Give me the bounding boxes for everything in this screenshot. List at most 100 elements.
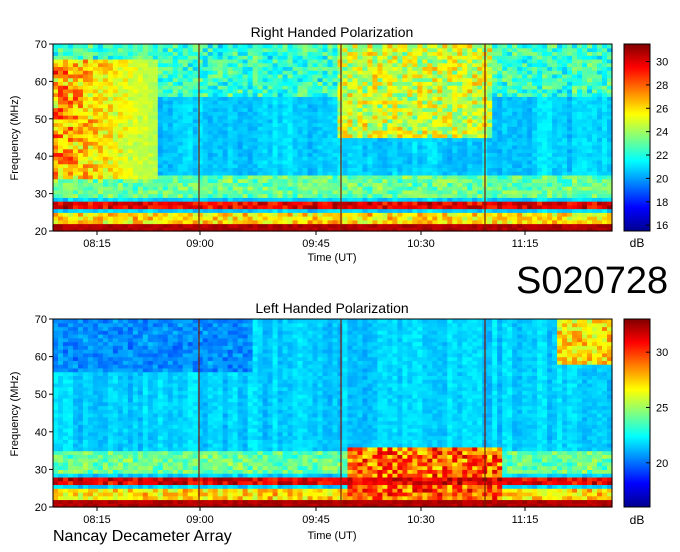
heatmap-cell	[547, 62, 553, 68]
heatmap-cell	[222, 171, 229, 176]
heatmap-cell	[257, 141, 264, 146]
heatmap-cell	[272, 219, 279, 225]
heatmap-cell	[277, 193, 284, 198]
heatmap-cell	[252, 219, 259, 225]
heatmap-cell	[432, 163, 438, 169]
heatmap-cell	[382, 118, 388, 124]
heatmap-cell	[382, 163, 388, 169]
heatmap-cell	[242, 115, 249, 120]
heatmap-cell	[497, 186, 503, 191]
heatmap-cell	[392, 92, 398, 97]
heatmap-cell	[92, 208, 99, 213]
heatmap-cell	[507, 58, 513, 64]
heatmap-cell	[72, 81, 79, 86]
heatmap-cell	[402, 107, 408, 112]
heatmap-cell	[477, 197, 483, 202]
heatmap-cell	[322, 148, 329, 154]
heatmap-cell	[157, 208, 164, 213]
heatmap-cell	[187, 100, 194, 105]
heatmap-cell	[307, 148, 314, 154]
heatmap-cell	[227, 201, 234, 206]
heatmap-cell	[182, 223, 189, 228]
heatmap-cell	[392, 144, 398, 150]
heatmap-cell	[272, 73, 279, 79]
heatmap-cell	[412, 216, 418, 221]
heatmap-cell	[542, 201, 548, 206]
heatmap-cell	[362, 163, 369, 169]
heatmap-cell	[53, 44, 59, 49]
heatmap-cell	[247, 201, 254, 206]
heatmap-cell	[157, 159, 164, 165]
heatmap-cell	[157, 70, 164, 75]
heatmap-cell	[362, 189, 369, 195]
heatmap-cell	[282, 73, 289, 79]
heatmap-cell	[527, 159, 533, 165]
heatmap-cell	[487, 51, 493, 56]
heatmap-cell	[272, 216, 279, 221]
heatmap-cell	[227, 204, 234, 210]
heatmap-cell	[392, 44, 398, 49]
heatmap-cell	[57, 122, 64, 127]
heatmap-cell	[142, 208, 149, 213]
heatmap-cell	[262, 167, 269, 172]
heatmap-cell	[302, 107, 309, 112]
heatmap-cell	[142, 51, 149, 56]
heatmap-cell	[397, 107, 403, 112]
heatmap-cell	[127, 88, 134, 94]
heatmap-cell	[207, 197, 214, 202]
heatmap-cell	[237, 216, 244, 221]
heatmap-cell	[312, 66, 319, 71]
heatmap-cell	[407, 92, 413, 97]
heatmap-cell	[472, 141, 478, 146]
heatmap-cell	[342, 171, 349, 176]
heatmap-cell	[167, 92, 174, 97]
heatmap-cell	[492, 178, 498, 183]
heatmap-cell	[477, 100, 483, 105]
heatmap-cell	[342, 208, 349, 213]
heatmap-cell	[232, 118, 239, 124]
heatmap-cell	[392, 204, 398, 210]
heatmap-cell	[182, 58, 189, 64]
heatmap-cell	[122, 204, 129, 210]
heatmap-cell	[492, 182, 498, 187]
heatmap-cell	[367, 111, 374, 116]
heatmap-cell	[97, 133, 104, 139]
heatmap-cell	[172, 88, 179, 94]
heatmap-cell	[317, 208, 324, 213]
heatmap-cell	[162, 141, 169, 146]
heatmap-cell	[167, 118, 174, 124]
heatmap-cell	[267, 81, 274, 86]
heatmap-cell	[152, 144, 159, 150]
heatmap-cell	[517, 111, 523, 116]
heatmap-cell	[212, 137, 219, 142]
heatmap-cell	[167, 107, 174, 112]
heatmap-cell	[282, 193, 289, 198]
heatmap-cell	[427, 152, 433, 157]
heatmap-cell	[72, 51, 79, 56]
heatmap-cell	[87, 174, 94, 180]
heatmap-cell	[232, 178, 239, 183]
heatmap-cell	[332, 118, 339, 124]
heatmap-cell	[487, 81, 493, 86]
heatmap-cell	[182, 51, 189, 56]
heatmap-cell	[177, 174, 184, 180]
heatmap-cell	[327, 163, 334, 169]
heatmap-cell	[422, 182, 428, 187]
heatmap-cell	[492, 141, 498, 146]
heatmap-cell	[122, 189, 129, 195]
heatmap-cell	[547, 88, 553, 94]
heatmap-cell	[122, 96, 129, 101]
heatmap-cell	[282, 47, 289, 53]
heatmap-cell	[152, 85, 159, 90]
heatmap-cell	[142, 88, 149, 94]
heatmap-cell	[192, 92, 199, 97]
heatmap-cell	[457, 115, 463, 120]
heatmap-cell	[442, 133, 448, 139]
heatmap-cell	[377, 88, 384, 94]
heatmap-cell	[362, 208, 369, 213]
heatmap-cell	[167, 44, 174, 49]
heatmap-cell	[257, 51, 264, 56]
heatmap-cell	[147, 193, 154, 198]
heatmap-cell	[227, 178, 234, 183]
heatmap-cell	[427, 111, 433, 116]
